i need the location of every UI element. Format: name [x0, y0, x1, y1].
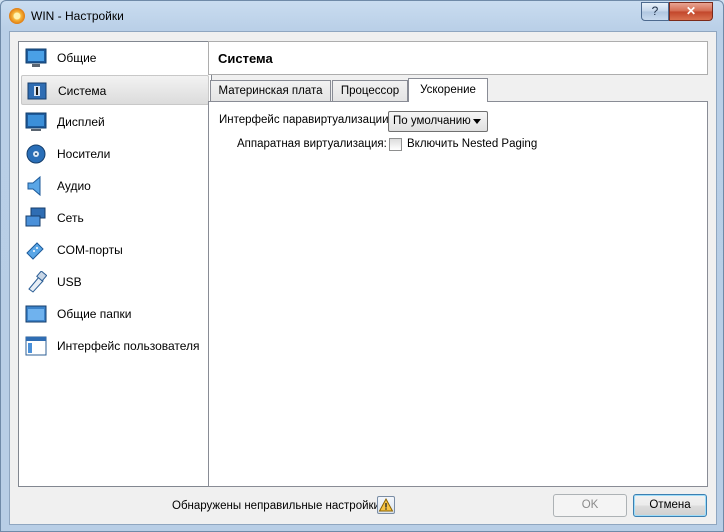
help-button[interactable]: ?	[641, 2, 669, 21]
window-title: WIN - Настройки	[31, 9, 124, 23]
sidebar-item-label: Интерфейс пользователя	[57, 339, 200, 353]
usb-icon	[28, 271, 47, 293]
paravirt-interface-select[interactable]: По умолчанию	[388, 111, 488, 132]
dialog-body: Общие Система Дисплей Носители Аудио Сет…	[9, 31, 717, 525]
invalid-settings-warning: Обнаружены неправильные настройки	[172, 500, 380, 512]
sidebar-item-storage[interactable]: Носители	[21, 139, 209, 169]
virtualbox-app-icon	[9, 8, 25, 24]
display-icon	[25, 112, 47, 131]
sidebar-item-label: Общие	[57, 51, 97, 65]
sidebar-item-label: Общие папки	[57, 307, 132, 321]
serial-ports-icon	[26, 242, 44, 260]
acceleration-tab-page: Интерфейс паравиртуализации: По умолчани…	[208, 101, 708, 487]
tab-motherboard[interactable]: Материнская плата	[210, 80, 331, 102]
sidebar-item-audio[interactable]: Аудио	[21, 171, 209, 201]
sidebar-item-user-interface[interactable]: Интерфейс пользователя	[21, 331, 209, 361]
ok-button[interactable]: OK	[553, 494, 627, 517]
title-bar[interactable]: WIN - Настройки ? ✕	[1, 1, 723, 31]
user-interface-icon	[25, 336, 47, 356]
chevron-down-icon	[473, 119, 481, 124]
sidebar-item-label: Аудио	[57, 179, 91, 193]
network-icon	[25, 207, 46, 227]
storage-icon	[26, 144, 46, 164]
settings-window: WIN - Настройки ? ✕ Общие Система Диспле…	[0, 0, 724, 532]
paravirt-interface-value: По умолчанию	[393, 115, 471, 127]
sidebar-item-general[interactable]: Общие	[21, 43, 209, 73]
general-icon	[25, 48, 47, 67]
tab-processor[interactable]: Процессор	[332, 80, 408, 102]
warning-icon[interactable]	[377, 496, 395, 514]
nested-paging-label[interactable]: Включить Nested Paging	[407, 138, 537, 150]
close-button[interactable]: ✕	[669, 2, 713, 21]
sidebar-item-label: Сеть	[57, 211, 84, 225]
warning-triangle-icon	[378, 497, 394, 512]
sidebar-item-usb[interactable]: USB	[21, 267, 209, 297]
sidebar-item-display[interactable]: Дисплей	[21, 107, 209, 137]
shared-folders-icon	[25, 305, 47, 323]
section-header: Система	[208, 41, 708, 75]
sidebar-item-label: Система	[58, 84, 107, 98]
hardware-virtualization-label: Аппаратная виртуализация:	[237, 138, 387, 150]
sidebar-item-label: USB	[57, 275, 82, 289]
section-title: Система	[218, 51, 273, 66]
cancel-button[interactable]: Отмена	[633, 494, 707, 517]
sidebar-item-network[interactable]: Сеть	[21, 203, 209, 233]
system-icon	[27, 82, 47, 100]
nested-paging-checkbox[interactable]	[389, 138, 402, 151]
sidebar-item-label: Дисплей	[57, 115, 105, 129]
sidebar-item-system[interactable]: Система	[21, 75, 209, 105]
sidebar-item-label: COM-порты	[57, 243, 123, 257]
tab-acceleration[interactable]: Ускорение	[408, 78, 488, 102]
audio-icon	[27, 175, 41, 197]
sidebar-item-label: Носители	[57, 147, 111, 161]
sidebar-item-com-ports[interactable]: COM-порты	[21, 235, 209, 265]
settings-sidebar: Общие Система Дисплей Носители Аудио Сет…	[18, 41, 212, 487]
sidebar-item-shared-folders[interactable]: Общие папки	[21, 299, 209, 329]
paravirt-label: Интерфейс паравиртуализации:	[219, 114, 392, 126]
